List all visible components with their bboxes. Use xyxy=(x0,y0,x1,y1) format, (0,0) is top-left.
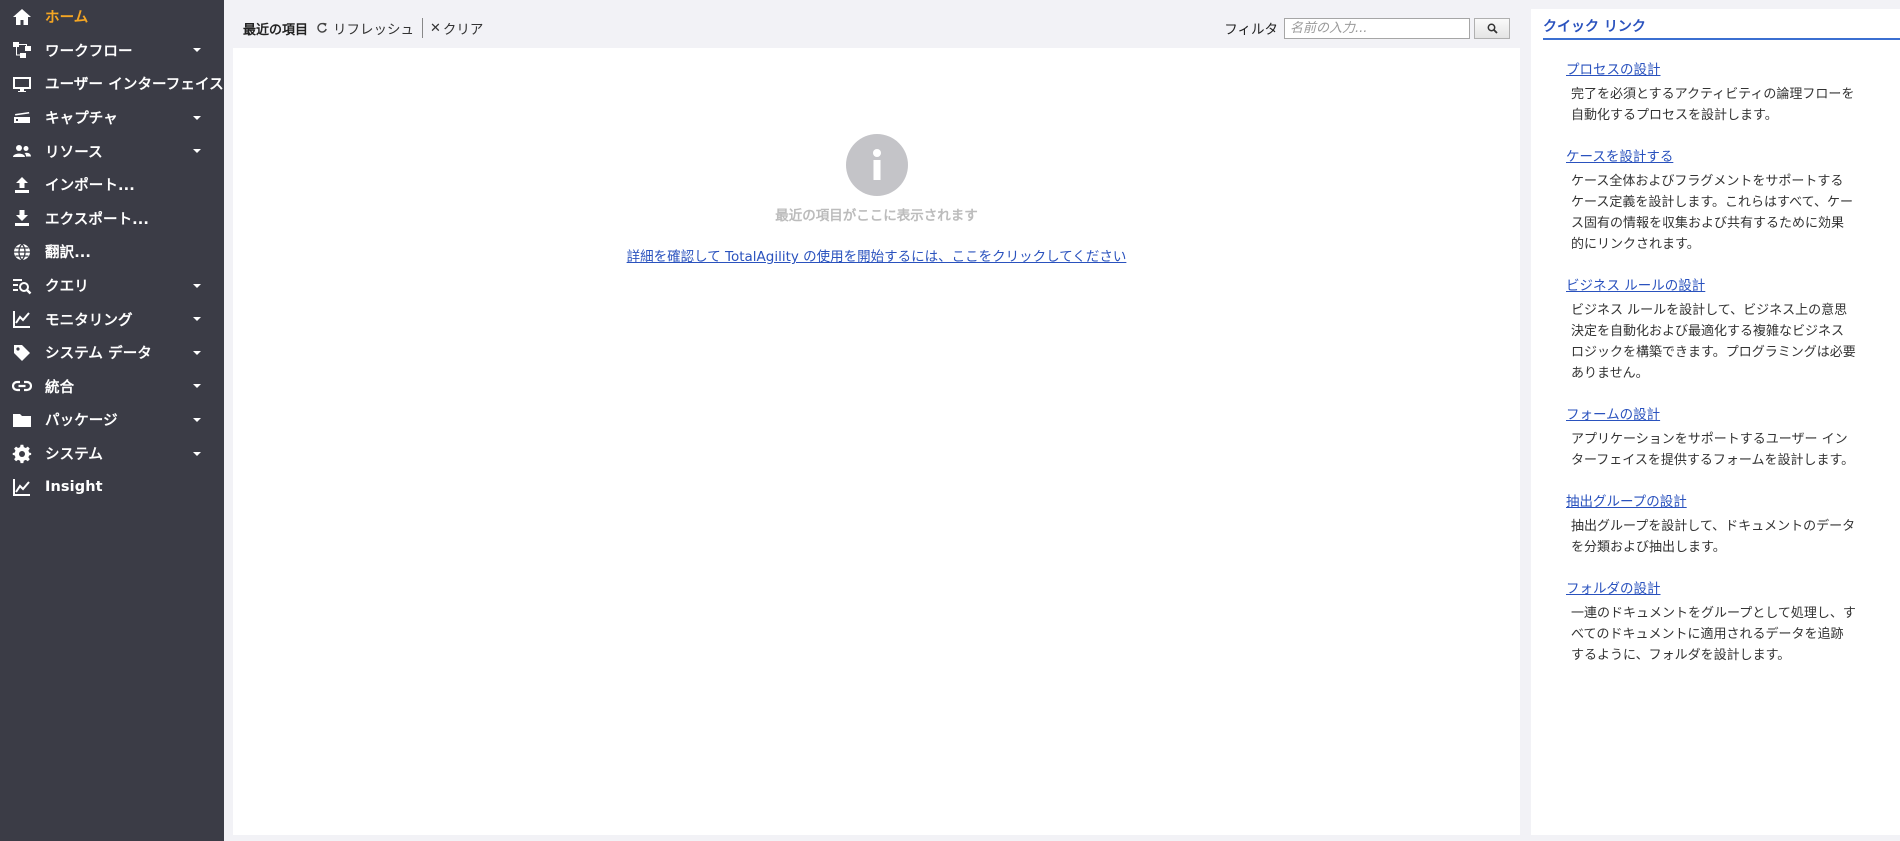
nav-item-system-data[interactable]: システム データ xyxy=(0,336,224,370)
chevron-down-icon xyxy=(193,317,201,322)
nav-label: Insight xyxy=(45,479,103,496)
getting-started-link[interactable]: 詳細を確認して TotalAgility の使用を開始するには、ここをクリックし… xyxy=(627,245,1127,265)
link-icon xyxy=(12,376,32,396)
search-icon xyxy=(1487,23,1498,34)
home-icon xyxy=(12,7,32,27)
tag-icon xyxy=(12,343,32,363)
quick-link-item: フォームの設計 アプリケーションをサポートするユーザー インターフェイスを提供す… xyxy=(1566,403,1856,471)
nav-item-workflow[interactable]: ワークフロー xyxy=(0,34,224,68)
quick-link-item: ビジネス ルールの設計 ビジネス ルールを設計して、ビジネス上の意思決定を自動化… xyxy=(1566,274,1856,384)
quick-link-form-design[interactable]: フォームの設計 xyxy=(1566,403,1660,423)
folder-icon xyxy=(12,410,32,430)
close-icon: ✕ xyxy=(430,20,441,36)
quick-link-description: ビジネス ルールを設計して、ビジネス上の意思決定を自動化および最適化する複雑なビ… xyxy=(1571,303,1856,381)
workflow-icon xyxy=(12,40,32,60)
filter-input[interactable] xyxy=(1284,17,1470,39)
download-icon xyxy=(12,208,32,228)
quick-link-description: 抽出グループを設計して、ドキュメントのデータを分類および抽出します。 xyxy=(1571,519,1856,555)
quick-link-description: ケース全体およびフラグメントをサポートするケース定義を設計します。これらはすべて… xyxy=(1571,174,1853,252)
nav-label: ホーム xyxy=(45,10,89,27)
refresh-icon xyxy=(317,22,327,33)
nav-label: ワークフロー xyxy=(45,43,133,60)
nav-item-system[interactable]: システム xyxy=(0,437,224,471)
nav-label: クエリ xyxy=(45,279,89,296)
refresh-label: リフレッシュ xyxy=(333,22,415,38)
search-button[interactable] xyxy=(1474,17,1510,39)
chevron-down-icon xyxy=(193,115,201,120)
chevron-down-icon xyxy=(193,48,201,53)
quick-links-list: プロセスの設計 完了を必須とするアクティビティの論理フローを自動化するプロセスを… xyxy=(1566,58,1856,666)
nav-item-capture[interactable]: キャプチャ xyxy=(0,101,224,135)
nav-label: キャプチャ xyxy=(45,111,118,128)
quick-links-title: クイック リンク xyxy=(1543,16,1900,40)
nav-item-resources[interactable]: リソース xyxy=(0,134,224,168)
quick-links-panel: クイック リンク プロセスの設計 完了を必須とするアクティビティの論理フローを自… xyxy=(1531,9,1900,835)
quick-link-folder-design[interactable]: フォルダの設計 xyxy=(1566,577,1661,597)
nav-item-user-interface[interactable]: ユーザー インターフェイス xyxy=(0,67,224,101)
quick-link-item: ケースを設計する ケース全体およびフラグメントをサポートするケース定義を設計しま… xyxy=(1566,145,1856,255)
sidebar: ホーム ワークフロー ユーザー インターフェイス キャプチャ リソース インポー… xyxy=(0,0,224,841)
nav-label: システム xyxy=(45,447,103,464)
quick-link-case-design[interactable]: ケースを設計する xyxy=(1566,145,1673,165)
nav-item-query[interactable]: クエリ xyxy=(0,269,224,303)
nav-item-translate[interactable]: 翻訳... xyxy=(0,235,224,269)
nav-label: 翻訳... xyxy=(45,245,92,262)
filter-label: フィルタ xyxy=(1224,22,1278,38)
chevron-down-icon xyxy=(193,149,201,154)
nav-label: パッケージ xyxy=(45,413,118,430)
chevron-down-icon xyxy=(193,417,201,422)
nav-label: インポート... xyxy=(45,178,135,195)
nav-label: 統合 xyxy=(45,379,75,396)
chevron-down-icon xyxy=(193,384,201,389)
nav-label: ユーザー インターフェイス xyxy=(45,77,224,94)
quick-link-extraction-group-design[interactable]: 抽出グループの設計 xyxy=(1566,490,1687,510)
chevron-down-icon xyxy=(193,451,201,456)
insight-icon xyxy=(12,477,32,497)
nav-item-export[interactable]: エクスポート... xyxy=(0,202,224,236)
quick-link-business-rule-design[interactable]: ビジネス ルールの設計 xyxy=(1566,274,1705,294)
nav-label: システム データ xyxy=(45,346,152,363)
people-icon xyxy=(12,141,32,161)
quick-link-item: プロセスの設計 完了を必須とするアクティビティの論理フローを自動化するプロセスを… xyxy=(1566,58,1856,126)
recent-items-toolbar: 最近の項目 リフレッシュ ✕ クリア フィルタ xyxy=(224,8,1520,48)
gear-icon xyxy=(12,444,32,464)
quick-link-process-design[interactable]: プロセスの設計 xyxy=(1566,58,1661,78)
empty-state: 最近の項目がここに表示されます 詳細を確認して TotalAgility の使用… xyxy=(233,134,1520,265)
globe-icon xyxy=(12,242,32,262)
refresh-button[interactable]: リフレッシュ xyxy=(316,18,414,38)
chart-line-icon xyxy=(12,309,32,329)
quick-link-item: 抽出グループの設計 抽出グループを設計して、ドキュメントのデータを分類および抽出… xyxy=(1566,490,1856,558)
info-icon xyxy=(845,134,908,196)
monitor-icon xyxy=(12,74,32,94)
quick-link-description: 完了を必須とするアクティビティの論理フローを自動化するプロセスを設計します。 xyxy=(1571,87,1855,123)
nav-item-packages[interactable]: パッケージ xyxy=(0,403,224,437)
recent-items-panel: 最近の項目がここに表示されます 詳細を確認して TotalAgility の使用… xyxy=(233,48,1520,835)
chevron-down-icon xyxy=(193,283,201,288)
nav-item-integration[interactable]: 統合 xyxy=(0,370,224,404)
chevron-down-icon xyxy=(193,350,201,355)
quick-link-description: 一連のドキュメントをグループとして処理し、すべてのドキュメントに適用されるデータ… xyxy=(1571,606,1856,663)
scanner-icon xyxy=(12,108,32,128)
clear-button[interactable]: ✕ クリア xyxy=(430,18,484,39)
quick-link-item: フォルダの設計 一連のドキュメントをグループとして処理し、すべてのドキュメントに… xyxy=(1566,577,1856,666)
nav-label: モニタリング xyxy=(45,312,133,329)
nav-item-import[interactable]: インポート... xyxy=(0,168,224,202)
nav-item-monitoring[interactable]: モニタリング xyxy=(0,302,224,336)
quick-link-description: アプリケーションをサポートするユーザー インターフェイスを提供するフォームを設計… xyxy=(1571,432,1855,468)
empty-state-text: 最近の項目がここに表示されます xyxy=(775,208,978,224)
clear-label: クリア xyxy=(442,22,484,38)
upload-icon xyxy=(12,175,32,195)
query-icon xyxy=(12,276,32,296)
recent-items-title: 最近の項目 xyxy=(243,22,309,38)
toolbar-divider xyxy=(422,18,424,38)
nav-item-home[interactable]: ホーム xyxy=(0,0,224,34)
nav-item-insight[interactable]: Insight xyxy=(0,470,224,504)
nav-label: リソース xyxy=(45,144,103,161)
nav-label: エクスポート... xyxy=(45,211,149,228)
